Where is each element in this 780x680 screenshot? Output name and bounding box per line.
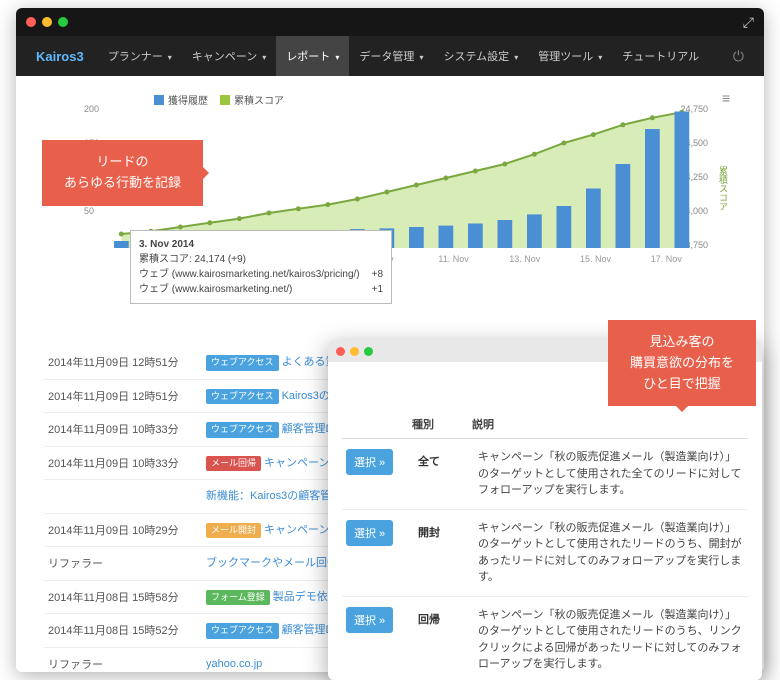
popup-row: 選択 »全てキャンペーン「秋の販売促進メール（製造業向け）」のターゲットとして使… [342,439,748,510]
nav-0[interactable]: プランナー ▾ [98,36,182,76]
callout-lead-tracking: リードの あらゆる行動を記録 [42,140,203,206]
minimize-icon[interactable] [42,17,52,27]
expand-icon[interactable]: ⤢ [743,14,754,31]
legend-bars: 獲得履歴 [168,92,208,107]
zoom-icon[interactable] [58,17,68,27]
close-icon[interactable] [336,347,345,356]
brand-logo[interactable]: Kairos3 [36,49,84,64]
nav-2[interactable]: レポート ▾ [276,36,349,76]
nav-1[interactable]: キャンペーン ▾ [182,36,277,76]
traffic-lights [26,17,68,27]
minimize-icon[interactable] [350,347,359,356]
navbar: Kairos3 プランナー ▾キャンペーン ▾レポート ▾データ管理 ▾システム… [16,36,764,76]
titlebar: ⤢ [16,8,764,36]
popup-row: 選択 »開封キャンペーン「秋の販売促進メール（製造業向け）」のターゲットとして使… [342,510,748,597]
nav-5[interactable]: 管理ツール ▾ [528,36,612,76]
chart-legend: 獲得履歴 累積スコア [154,92,284,107]
y-axis-right-label: 累積スコア [717,166,730,211]
chart-menu-icon[interactable]: ≡ [722,90,730,106]
callout-distribution: 見込み客の 購買意欲の分布を ひと目で把握 [608,320,756,406]
close-icon[interactable] [26,17,36,27]
select-button[interactable]: 選択 » [346,520,393,546]
legend-area: 累積スコア [234,92,284,107]
nav-3[interactable]: データ管理 ▾ [349,36,433,76]
nav-6[interactable]: チュートリアル [612,36,709,76]
nav-4[interactable]: システム設定 ▾ [433,36,528,76]
svg-text:13. Nov: 13. Nov [509,254,541,264]
svg-text:15. Nov: 15. Nov [580,254,612,264]
popup-row: 選択 »回帰キャンペーン「秋の販売促進メール（製造業向け）」のターゲットとして使… [342,597,748,680]
svg-text:17. Nov: 17. Nov [651,254,683,264]
zoom-icon[interactable] [364,347,373,356]
power-icon[interactable]: ⏻ [733,48,744,65]
select-button[interactable]: 選択 » [346,607,393,633]
select-button[interactable]: 選択 » [346,449,393,475]
chart-tooltip: 3. Nov 2014 累積スコア: 24,174 (+9) ウェブ (www.… [130,230,392,304]
popup-body: 種別 説明 選択 »全てキャンペーン「秋の販売促進メール（製造業向け）」のターゲ… [328,362,762,680]
svg-text:11. Nov: 11. Nov [438,254,469,264]
